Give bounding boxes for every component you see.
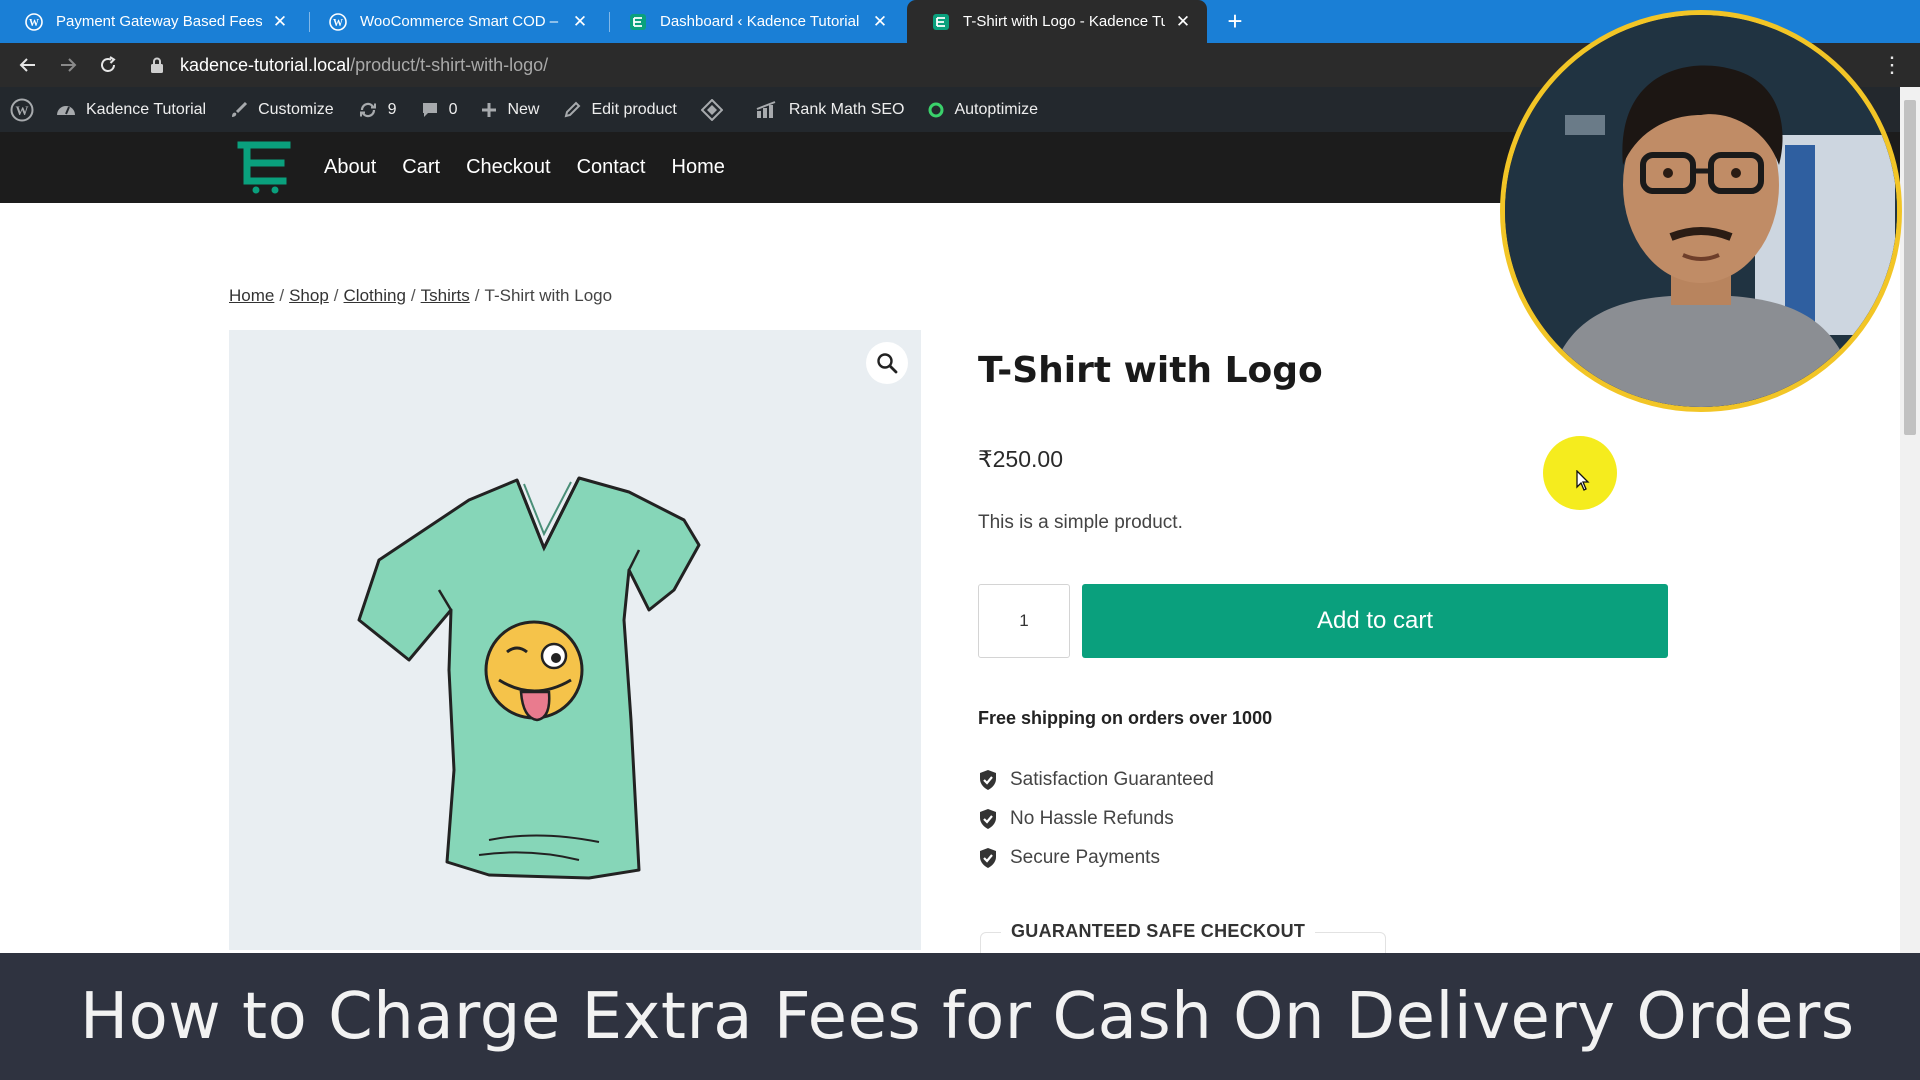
webcam-overlay <box>1500 10 1902 412</box>
shield-check-icon <box>980 808 996 829</box>
brush-icon <box>230 101 248 119</box>
pencil-icon <box>563 101 581 119</box>
rank-math-label: Rank Math SEO <box>788 100 905 118</box>
feature-label: Secure Payments <box>1010 846 1160 868</box>
kebab-menu-icon[interactable]: ⋮ <box>1880 49 1904 81</box>
breadcrumb-home[interactable]: Home <box>229 286 274 305</box>
feature-list: Satisfaction Guaranteed No Hassle Refund… <box>978 760 1214 877</box>
breadcrumb-clothing[interactable]: Clothing <box>344 286 406 305</box>
admin-diamond[interactable] <box>689 87 735 132</box>
edit-product-label: Edit product <box>591 100 677 118</box>
tab-title: Dashboard ‹ Kadence Tutorial — <box>660 13 862 30</box>
new-label: New <box>507 100 540 118</box>
rank-math-icon <box>755 100 779 119</box>
site-name-label: Kadence Tutorial <box>86 100 207 118</box>
product-image-tshirt <box>357 476 701 880</box>
back-button[interactable] <box>12 49 44 81</box>
nav-about[interactable]: About <box>324 156 376 179</box>
autoptimize-label: Autoptimize <box>954 100 1039 118</box>
comments-count: 0 <box>448 100 458 118</box>
diamond-icon <box>700 98 723 121</box>
shield-check-icon <box>980 769 996 790</box>
product-short-description: This is a simple product. <box>978 512 1183 533</box>
admin-customize[interactable]: Customize <box>218 87 346 132</box>
video-title: How to Charge Extra Fees for Cash On Del… <box>80 979 1855 1054</box>
zoom-button[interactable] <box>866 342 908 384</box>
nav-checkout[interactable]: Checkout <box>466 156 551 179</box>
breadcrumb-tshirts[interactable]: Tshirts <box>421 286 470 305</box>
product-price: ₹250.00 <box>978 446 1063 472</box>
svg-text:W: W <box>29 18 39 29</box>
dashboard-icon <box>56 101 76 119</box>
svg-text:W: W <box>16 103 29 118</box>
plus-icon <box>481 102 497 118</box>
url-host: kadence-tutorial.local <box>180 54 351 75</box>
presenter-image <box>1505 15 1897 407</box>
updates-count: 9 <box>387 100 397 118</box>
close-icon[interactable]: ✕ <box>1173 12 1193 32</box>
nav-contact[interactable]: Contact <box>577 156 646 179</box>
kadence-icon <box>628 12 648 32</box>
tab-title: T-Shirt with Logo - Kadence Tuto <box>963 13 1165 30</box>
safe-checkout-title: GUARANTEED SAFE CHECKOUT <box>1001 921 1316 942</box>
admin-rank-math[interactable]: Rank Math SEO <box>735 87 917 132</box>
breadcrumb-separator: / <box>333 286 339 305</box>
breadcrumb-separator: / <box>279 286 285 305</box>
scrollbar-thumb[interactable] <box>1904 100 1916 435</box>
admin-site-name[interactable]: Kadence Tutorial <box>44 87 218 132</box>
url-path: /product/t-shirt-with-logo/ <box>350 54 549 75</box>
close-icon[interactable]: ✕ <box>870 12 890 32</box>
add-to-cart-button[interactable]: Add to cart <box>1082 584 1668 658</box>
wordpress-icon: W <box>328 12 348 32</box>
updates-icon <box>358 101 378 119</box>
comment-icon <box>421 101 439 119</box>
browser-tab[interactable]: Dashboard ‹ Kadence Tutorial — ✕ <box>604 0 904 43</box>
browser-tab-active[interactable]: T-Shirt with Logo - Kadence Tuto ✕ <box>907 0 1207 43</box>
reload-button[interactable] <box>92 49 124 81</box>
breadcrumb: Home / Shop / Clothing / Tshirts / T-Shirt with … <box>229 286 612 306</box>
quantity-input[interactable]: 1 <box>978 584 1070 658</box>
breadcrumb-current: T-Shirt with Logo <box>484 286 613 305</box>
list-item: Secure Payments <box>978 838 1214 877</box>
wordpress-icon: W <box>24 12 44 32</box>
tab-title: Payment Gateway Based Fees and <box>56 13 262 30</box>
tab-title: WooCommerce Smart COD – Wo <box>360 13 562 30</box>
list-item: No Hassle Refunds <box>978 799 1214 838</box>
wp-logo-icon[interactable]: W <box>0 87 44 132</box>
close-icon[interactable]: ✕ <box>270 12 290 32</box>
url-text: kadence-tutorial.local/product/t-shirt-w… <box>180 55 548 76</box>
shipping-note: Free shipping on orders over 1000 <box>978 708 1273 728</box>
mouse-pointer-icon <box>1576 470 1590 491</box>
browser-tab[interactable]: W Payment Gateway Based Fees and ✕ <box>0 0 304 43</box>
feature-label: Satisfaction Guaranteed <box>1010 768 1214 790</box>
status-dot-icon <box>928 102 944 118</box>
browser-tab[interactable]: W WooCommerce Smart COD – Wo ✕ <box>304 0 604 43</box>
admin-new[interactable]: New <box>469 87 551 132</box>
main-navigation: About Cart Checkout Contact Home <box>324 132 751 203</box>
magnifier-icon <box>877 353 898 374</box>
video-title-banner: How to Charge Extra Fees for Cash On Del… <box>0 953 1920 1080</box>
admin-updates[interactable]: 9 <box>346 87 409 132</box>
address-bar[interactable]: kadence-tutorial.local/product/t-shirt-w… <box>138 49 1478 81</box>
lock-icon <box>151 57 163 73</box>
admin-autoptimize[interactable]: Autoptimize <box>916 87 1050 132</box>
nav-cart[interactable]: Cart <box>402 156 440 179</box>
product-gallery[interactable] <box>229 330 921 950</box>
shield-check-icon <box>980 847 996 868</box>
breadcrumb-separator: / <box>474 286 480 305</box>
feature-label: No Hassle Refunds <box>1010 807 1174 829</box>
nav-home[interactable]: Home <box>672 156 725 179</box>
admin-edit-product[interactable]: Edit product <box>551 87 688 132</box>
site-logo-icon[interactable] <box>237 141 291 195</box>
forward-button[interactable] <box>52 49 84 81</box>
svg-text:W: W <box>333 18 343 29</box>
customize-label: Customize <box>258 100 334 118</box>
list-item: Satisfaction Guaranteed <box>978 760 1214 799</box>
breadcrumb-separator: / <box>410 286 416 305</box>
admin-comments[interactable]: 0 <box>409 87 470 132</box>
breadcrumb-shop[interactable]: Shop <box>289 286 329 305</box>
new-tab-button[interactable]: + <box>1218 4 1252 38</box>
close-icon[interactable]: ✕ <box>570 12 590 32</box>
kadence-icon <box>931 12 951 32</box>
